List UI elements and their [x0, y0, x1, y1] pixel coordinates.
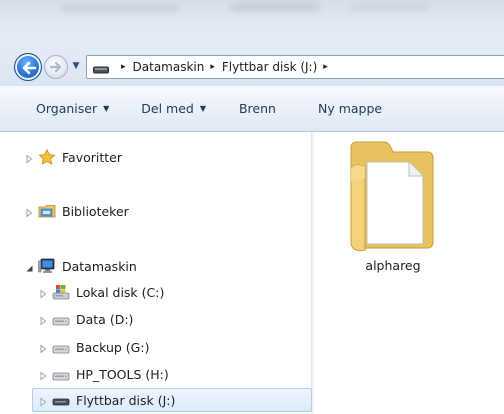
tree-item-label: Datamaskin: [62, 258, 137, 274]
navigation-bar: ▼ ▸ Datamaskin ▸ Flyttbar disk (J:) ▸: [0, 46, 504, 86]
star-icon: [38, 148, 56, 165]
tree-item-label: Lokal disk (C:): [76, 284, 165, 300]
folder-item[interactable]: alphareg: [338, 138, 448, 288]
tree-item-favorites[interactable]: Favoritter: [24, 146, 122, 168]
expand-arrow-icon[interactable]: [38, 342, 48, 354]
hard-drive-icon: [52, 366, 70, 382]
tree-item-drive-h[interactable]: HP_TOOLS (H:): [38, 363, 169, 385]
organise-label: Organiser: [36, 101, 98, 116]
tree-item-label: Favoritter: [62, 149, 122, 165]
tree-item-libraries[interactable]: Biblioteker: [24, 200, 129, 222]
file-list-pane: alphareg: [314, 132, 504, 414]
library-icon: [38, 203, 56, 219]
expand-arrow-icon[interactable]: [38, 314, 48, 326]
recent-pages-dropdown[interactable]: ▼: [70, 59, 82, 73]
tree-item-drive-c[interactable]: Lokal disk (C:): [38, 281, 164, 303]
removable-drive-icon: [52, 392, 70, 408]
breadcrumb-removable-disk[interactable]: Flyttbar disk (J:): [222, 60, 317, 74]
tree-item-label: Backup (G:): [76, 339, 150, 355]
tree-item-label: HP_TOOLS (H:): [76, 366, 169, 382]
computer-icon: [38, 258, 56, 274]
back-button[interactable]: [14, 53, 42, 81]
tree-item-label: Flyttbar disk (J:): [76, 392, 176, 408]
organise-menu-button[interactable]: Organiser ▼: [28, 97, 117, 121]
expand-arrow-icon[interactable]: [38, 395, 48, 407]
back-arrow-icon: [22, 61, 37, 75]
removable-drive-icon: [93, 63, 109, 73]
new-folder-label: Ny mappe: [317, 101, 383, 116]
breadcrumb-separator[interactable]: ▸: [121, 62, 126, 72]
forward-arrow-icon: [49, 61, 62, 73]
burn-button[interactable]: Brenn: [231, 97, 284, 121]
blurred-title-text: [60, 4, 180, 12]
blurred-title-text: [230, 2, 320, 12]
chevron-down-icon: ▼: [103, 104, 110, 113]
share-with-menu-button[interactable]: Del med ▼: [133, 97, 214, 121]
breadcrumb-separator[interactable]: ▸: [210, 62, 215, 72]
expand-arrow-icon[interactable]: [24, 152, 34, 164]
burn-label: Brenn: [238, 101, 276, 116]
hard-drive-icon: [52, 311, 70, 327]
share-label: Del med: [141, 101, 194, 116]
tree-item-computer[interactable]: Datamaskin: [24, 255, 137, 277]
tree-item-label: Biblioteker: [62, 203, 129, 219]
chevron-down-icon: ▼: [199, 104, 206, 113]
address-bar[interactable]: ▸ Datamaskin ▸ Flyttbar disk (J:) ▸: [86, 55, 504, 79]
hard-drive-icon: [52, 339, 70, 355]
expand-arrow-icon[interactable]: [38, 369, 48, 381]
folder-name: alphareg: [365, 258, 421, 273]
chevron-down-icon: ▼: [72, 61, 80, 71]
folder-icon: [350, 141, 434, 252]
forward-button[interactable]: [44, 55, 68, 79]
navigation-pane: Favoritter Biblioteker Datamaskin Lokal …: [0, 132, 312, 414]
command-bar: Organiser ▼ Del med ▼ Brenn Ny mappe: [0, 86, 504, 132]
collapse-arrow-icon[interactable]: [24, 261, 34, 272]
tree-item-label: Data (D:): [76, 311, 134, 327]
new-folder-button[interactable]: Ny mappe: [310, 97, 390, 121]
expand-arrow-icon[interactable]: [38, 287, 48, 299]
tree-item-drive-d[interactable]: Data (D:): [38, 308, 133, 330]
expand-arrow-icon[interactable]: [24, 206, 34, 218]
window-title-bar: [0, 0, 504, 46]
breadcrumb-separator[interactable]: ▸: [323, 62, 328, 72]
breadcrumb-computer[interactable]: Datamaskin: [133, 60, 205, 74]
tree-item-drive-g[interactable]: Backup (G:): [38, 336, 149, 358]
system-drive-icon: [52, 284, 70, 300]
blurred-title-text: [350, 3, 430, 11]
tree-item-drive-j[interactable]: Flyttbar disk (J:): [32, 388, 312, 412]
